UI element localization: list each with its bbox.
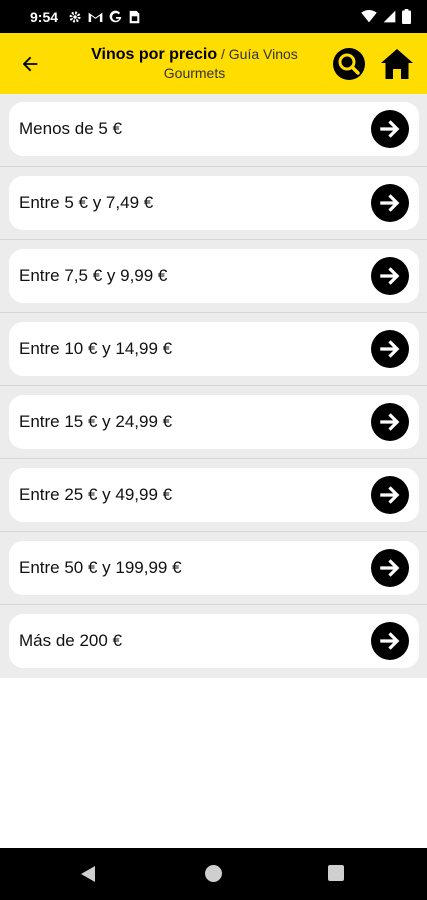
list-divider (0, 531, 427, 532)
title-subtitle-line1: Guía Vinos (228, 46, 298, 62)
list-item-label: Entre 15 € y 24,99 € (19, 412, 173, 431)
nav-recents-icon[interactable] (328, 865, 344, 881)
sim-icon (129, 10, 140, 24)
nav-back-icon[interactable] (80, 865, 96, 888)
arrow-right-icon[interactable] (371, 403, 409, 441)
search-icon (333, 47, 365, 80)
status-icons-right (361, 9, 411, 24)
list-item[interactable]: Entre 10 € y 14,99 € (9, 322, 419, 376)
list-item[interactable]: Entre 25 € y 49,99 € (9, 468, 419, 522)
title-subtitle-line2: Gourmets (163, 65, 226, 81)
home-icon (381, 48, 413, 79)
back-button[interactable] (0, 33, 60, 94)
list-item-label: Entre 10 € y 14,99 € (19, 339, 173, 358)
nav-home-icon[interactable] (205, 865, 222, 882)
title-separator: / (217, 46, 229, 62)
list-item[interactable]: Entre 7,5 € y 9,99 € (9, 249, 419, 303)
list-item-label: Menos de 5 € (19, 119, 123, 138)
arrow-right-icon[interactable] (371, 184, 409, 222)
list-divider (0, 604, 427, 605)
gmail-icon (88, 11, 103, 23)
list-item[interactable]: Más de 200 € (9, 614, 419, 668)
arrow-right-icon[interactable] (371, 476, 409, 514)
google-icon (109, 10, 123, 24)
arrow-right-icon[interactable] (371, 330, 409, 368)
list-item[interactable]: Menos de 5 € (9, 102, 419, 156)
status-bar: 9:54 (0, 0, 427, 33)
list-divider (0, 166, 427, 167)
gear-icon (68, 10, 82, 24)
list-item-label: Entre 7,5 € y 9,99 € (19, 266, 168, 285)
list-item-label: Entre 50 € y 199,99 € (19, 558, 182, 577)
list-item-label: Entre 25 € y 49,99 € (19, 485, 173, 504)
arrow-right-icon[interactable] (371, 110, 409, 148)
list-divider (0, 312, 427, 313)
list-item[interactable]: Entre 5 € y 7,49 € (9, 176, 419, 230)
app-bar: Vinos por precio / Guía Vinos Gourmets (0, 33, 427, 94)
back-arrow-icon (22, 56, 38, 71)
home-button[interactable] (375, 33, 419, 94)
search-button[interactable] (329, 33, 369, 94)
list-item[interactable]: Entre 50 € y 199,99 € (9, 541, 419, 595)
list-item-label: Entre 5 € y 7,49 € (19, 193, 154, 212)
list-item-label: Más de 200 € (19, 631, 123, 650)
arrow-right-icon[interactable] (371, 549, 409, 587)
list-divider (0, 458, 427, 459)
page-title: Vinos por precio / Guía Vinos Gourmets (60, 44, 329, 83)
arrow-right-icon[interactable] (371, 257, 409, 295)
wifi-icon (361, 10, 377, 23)
price-list: Menos de 5 € Entre 5 € y 7,49 € Entre 7,… (0, 94, 427, 678)
battery-icon (402, 9, 411, 24)
list-item[interactable]: Entre 15 € y 24,99 € (9, 395, 419, 449)
arrow-right-icon[interactable] (371, 622, 409, 660)
system-nav-bar (0, 848, 427, 900)
status-icons-left (68, 10, 140, 24)
list-divider (0, 239, 427, 240)
title-main: Vinos por precio (91, 46, 218, 63)
list-divider (0, 385, 427, 386)
signal-icon (383, 10, 396, 23)
status-time: 9:54 (30, 8, 59, 25)
